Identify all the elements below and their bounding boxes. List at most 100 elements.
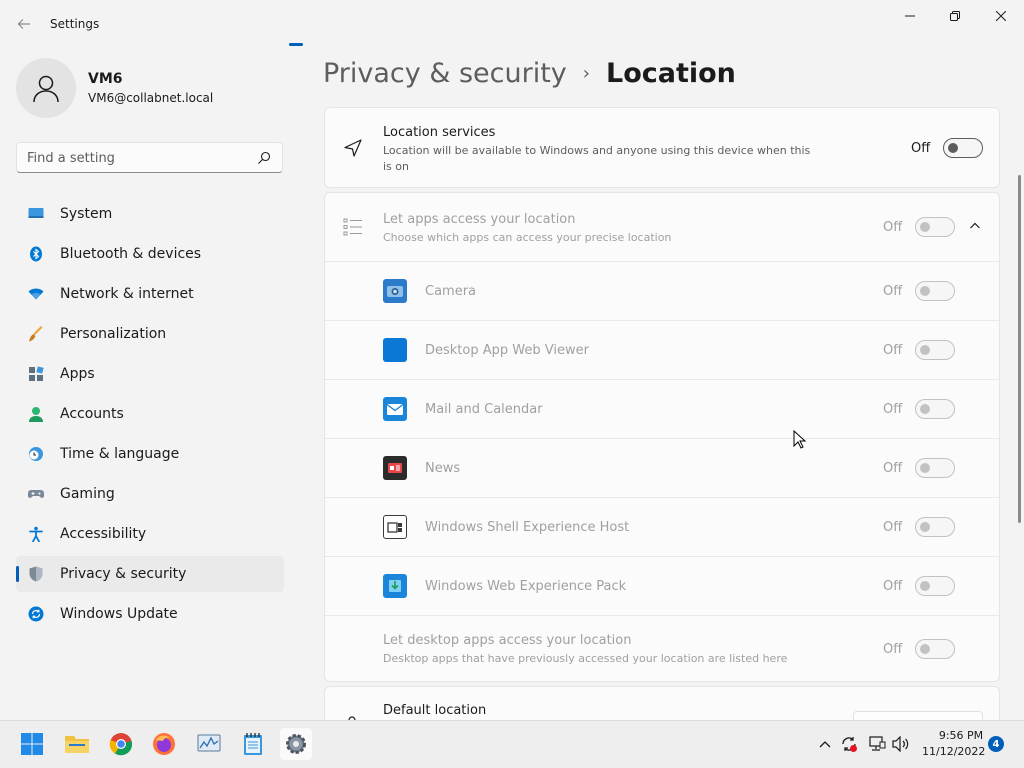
app-state: Off bbox=[883, 461, 903, 476]
apps-access-card: Let apps access your location Choose whi… bbox=[324, 192, 1000, 682]
taskbar-settings[interactable] bbox=[280, 728, 312, 760]
apps-access-toggle[interactable] bbox=[915, 217, 955, 237]
default-location-card: Default location bbox=[324, 686, 1000, 720]
notification-count-badge[interactable]: 4 bbox=[988, 736, 1004, 752]
shell-host-location-toggle[interactable] bbox=[915, 517, 955, 537]
breadcrumb-parent[interactable]: Privacy & security bbox=[323, 58, 567, 89]
speaker-icon bbox=[892, 736, 909, 752]
sync-status-tray[interactable] bbox=[840, 735, 858, 753]
app-state: Off bbox=[883, 284, 903, 299]
apps-access-description: Choose which apps can access your precis… bbox=[383, 231, 672, 244]
default-location-title: Default location bbox=[383, 703, 487, 718]
start-button[interactable] bbox=[16, 728, 48, 760]
location-arrow-icon bbox=[344, 139, 362, 157]
app-state: Off bbox=[883, 402, 903, 417]
app-row-web-viewer: Desktop App Web Viewer Off bbox=[325, 321, 999, 379]
windows-logo-icon bbox=[21, 733, 43, 755]
restore-button[interactable] bbox=[932, 0, 978, 32]
news-location-toggle[interactable] bbox=[915, 458, 955, 478]
desktop-apps-state: Off bbox=[883, 642, 903, 657]
folder-icon bbox=[65, 736, 89, 753]
sidebar-item-accounts[interactable]: Accounts bbox=[16, 396, 284, 432]
sidebar-item-privacy-security[interactable]: Privacy & security bbox=[16, 556, 284, 592]
app-row-shell-host: Windows Shell Experience Host Off bbox=[325, 498, 999, 556]
network-icon bbox=[28, 288, 44, 300]
app-row-camera: Camera Off bbox=[325, 262, 999, 320]
sidebar-item-label: Gaming bbox=[60, 486, 115, 502]
network-tray[interactable] bbox=[868, 735, 886, 753]
apps-access-state: Off bbox=[883, 220, 903, 235]
accessibility-icon bbox=[29, 526, 43, 542]
sidebar-item-gaming[interactable]: Gaming bbox=[16, 476, 284, 512]
chevron-up-icon[interactable] bbox=[969, 221, 981, 231]
desktop-apps-title: Let desktop apps access your location bbox=[383, 633, 632, 648]
apps-icon bbox=[29, 366, 44, 381]
app-state: Off bbox=[883, 579, 903, 594]
user-name: VM6 bbox=[88, 71, 123, 87]
sync-error-icon bbox=[842, 737, 857, 752]
desktop-apps-toggle[interactable] bbox=[915, 639, 955, 659]
sidebar-item-time-language[interactable]: Time & language bbox=[16, 436, 284, 472]
clock-time[interactable]: 9:56 PM bbox=[936, 729, 986, 742]
app-row-mail-calendar: Mail and Calendar Off bbox=[325, 380, 999, 438]
show-hidden-icons-button[interactable] bbox=[816, 735, 834, 753]
location-services-description: Location will be available to Windows an… bbox=[383, 144, 811, 173]
taskbar-notepad[interactable] bbox=[237, 728, 269, 760]
accounts-icon bbox=[29, 407, 43, 422]
app-name: Desktop App Web Viewer bbox=[425, 343, 589, 358]
app-name: Mail and Calendar bbox=[425, 402, 543, 417]
active-app-indicator bbox=[289, 43, 303, 46]
app-name: Windows Web Experience Pack bbox=[425, 579, 627, 594]
sidebar-item-label: Network & internet bbox=[60, 286, 194, 302]
page-title: Location bbox=[605, 58, 736, 89]
web-viewer-location-toggle[interactable] bbox=[915, 340, 955, 360]
chevron-up-icon bbox=[819, 741, 831, 748]
sidebar-item-label: Personalization bbox=[60, 326, 167, 342]
sidebar-item-label: System bbox=[60, 206, 113, 222]
sidebar-nav: System Bluetooth & devices Network & int… bbox=[16, 196, 284, 636]
app-title: Settings bbox=[50, 17, 100, 31]
close-button[interactable] bbox=[978, 0, 1024, 32]
breadcrumb: Privacy & security › Location bbox=[323, 58, 736, 89]
sidebar-item-bluetooth[interactable]: Bluetooth & devices bbox=[16, 236, 284, 272]
brush-icon bbox=[29, 326, 43, 342]
firefox-icon bbox=[153, 733, 175, 755]
taskbar-chrome[interactable] bbox=[105, 728, 137, 760]
sidebar-item-windows-update[interactable]: Windows Update bbox=[16, 596, 284, 632]
volume-tray[interactable] bbox=[892, 735, 910, 753]
shell-host-icon bbox=[383, 515, 407, 539]
sidebar-item-apps[interactable]: Apps bbox=[16, 356, 284, 392]
clock-date[interactable]: 11/12/2022 bbox=[922, 745, 985, 758]
search-icon[interactable] bbox=[256, 150, 272, 166]
set-default-button[interactable] bbox=[853, 711, 983, 720]
location-services-toggle[interactable] bbox=[943, 138, 983, 158]
search-input[interactable] bbox=[27, 148, 247, 168]
sidebar-item-network[interactable]: Network & internet bbox=[16, 276, 284, 312]
mail-location-toggle[interactable] bbox=[915, 399, 955, 419]
minimize-button[interactable] bbox=[887, 0, 933, 32]
sidebar-item-label: Windows Update bbox=[60, 606, 178, 622]
app-row-news: News Off bbox=[325, 439, 999, 497]
sidebar-item-system[interactable]: System bbox=[16, 196, 284, 232]
camera-location-toggle[interactable] bbox=[915, 281, 955, 301]
app-state: Off bbox=[883, 520, 903, 535]
close-icon bbox=[996, 11, 1006, 21]
taskbar-resource-monitor[interactable] bbox=[193, 728, 225, 760]
back-button[interactable] bbox=[12, 12, 36, 36]
avatar[interactable] bbox=[16, 58, 76, 118]
content-scrollbar[interactable] bbox=[1018, 175, 1021, 523]
search-box[interactable] bbox=[16, 142, 283, 173]
taskbar-file-explorer[interactable] bbox=[61, 728, 93, 760]
sidebar-item-personalization[interactable]: Personalization bbox=[16, 316, 284, 352]
shield-icon bbox=[29, 566, 43, 582]
user-email: VM6@collabnet.local bbox=[88, 91, 214, 105]
minimize-icon bbox=[905, 15, 915, 17]
location-services-title: Location services bbox=[383, 125, 496, 140]
restore-icon bbox=[950, 11, 960, 21]
sidebar-item-label: Accounts bbox=[60, 406, 124, 422]
web-experience-location-toggle[interactable] bbox=[915, 576, 955, 596]
taskbar-firefox[interactable] bbox=[148, 728, 180, 760]
sidebar-item-label: Apps bbox=[60, 366, 95, 382]
sidebar-item-accessibility[interactable]: Accessibility bbox=[16, 516, 284, 552]
title-bar: Settings bbox=[0, 0, 1024, 48]
